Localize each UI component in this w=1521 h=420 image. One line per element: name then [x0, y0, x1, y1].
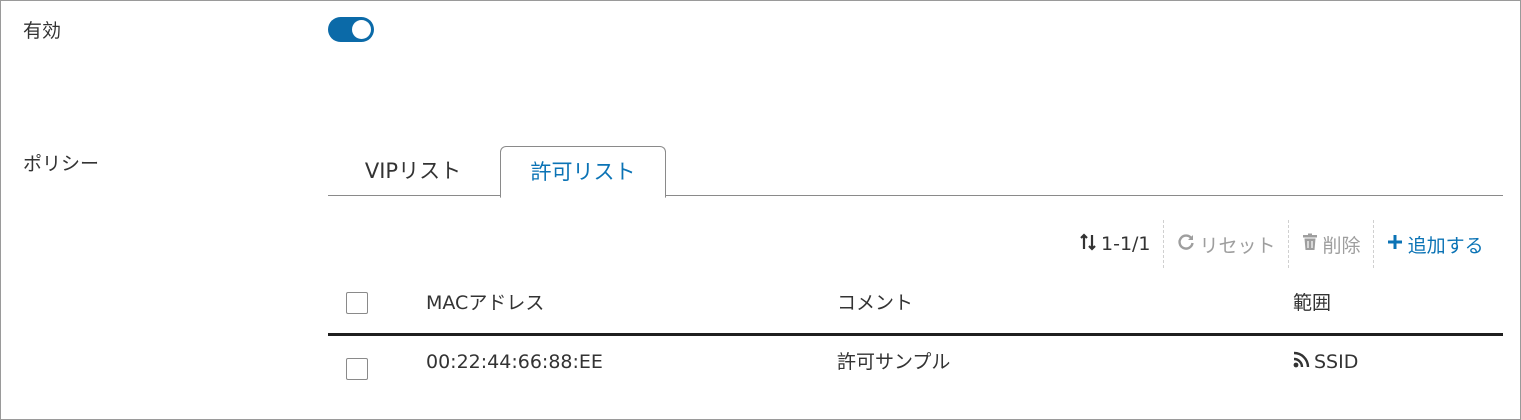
policy-label: ポリシー	[23, 153, 100, 175]
record-count[interactable]: 1-1/1	[1080, 220, 1163, 268]
delete-button[interactable]: 削除	[1290, 220, 1373, 268]
table-toolbar: 1-1/1 リセット 削除 追加する	[1080, 220, 1484, 268]
delete-label: 削除	[1322, 234, 1361, 257]
column-header-mac[interactable]: MACアドレス	[426, 290, 544, 316]
select-all-checkbox[interactable]	[346, 292, 368, 314]
mac-address-cell: 00:22:44:66:88:EE	[426, 351, 603, 373]
reset-label: リセット	[1199, 234, 1276, 257]
toggle-knob	[352, 20, 371, 39]
row-checkbox[interactable]	[346, 358, 368, 380]
column-header-scope[interactable]: 範囲	[1293, 290, 1331, 316]
column-header-comment[interactable]: コメント	[837, 290, 913, 316]
comment-cell: 許可サンプル	[837, 351, 951, 373]
enabled-label: 有効	[23, 20, 62, 42]
add-label: 追加する	[1407, 234, 1484, 257]
trash-icon	[1302, 233, 1318, 256]
enabled-toggle[interactable]	[328, 17, 374, 42]
scope-text: SSID	[1314, 351, 1359, 373]
reset-button[interactable]: リセット	[1165, 220, 1288, 268]
tab-vip-list[interactable]: VIPリスト	[328, 146, 498, 196]
wifi-icon	[1293, 349, 1314, 375]
add-button[interactable]: 追加する	[1375, 220, 1484, 268]
record-count-text: 1-1/1	[1101, 233, 1151, 255]
sort-icon	[1080, 232, 1096, 256]
scope-cell: SSID	[1293, 349, 1358, 375]
table-header-divider	[328, 333, 1503, 336]
tab-allow-list[interactable]: 許可リスト	[500, 146, 666, 198]
refresh-icon	[1177, 233, 1195, 256]
plus-icon	[1387, 233, 1403, 255]
